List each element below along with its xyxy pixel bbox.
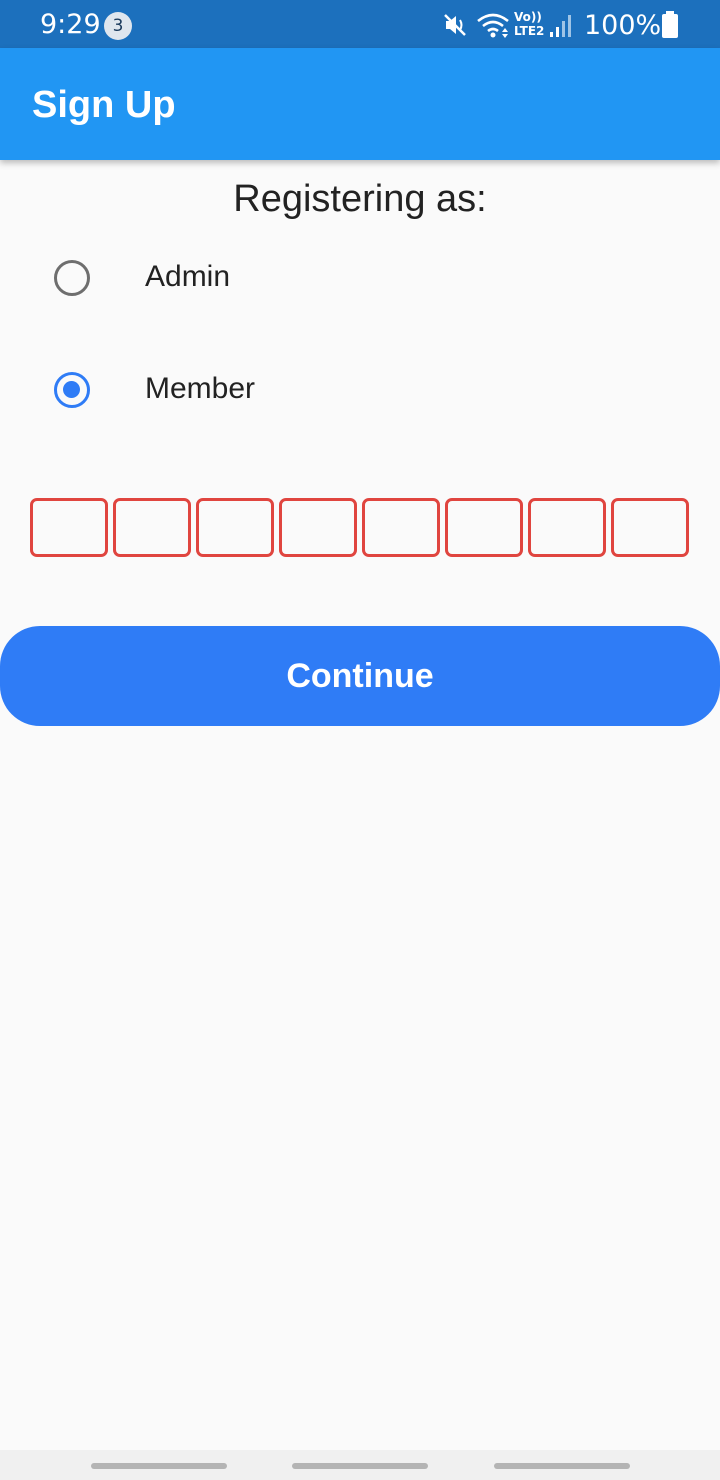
nav-handle-recents[interactable] [91, 1463, 227, 1469]
nav-handle-home[interactable] [292, 1463, 428, 1469]
app-bar: Sign Up [0, 48, 720, 160]
code-box-8[interactable] [611, 498, 689, 557]
battery-icon [662, 11, 678, 38]
signal-icon [550, 15, 571, 37]
radio-button-admin[interactable] [54, 260, 90, 296]
radio-option-member[interactable]: Member [0, 345, 720, 435]
navigation-bar [0, 1450, 720, 1480]
radio-label-admin[interactable]: Admin [145, 260, 230, 294]
mute-icon [444, 14, 466, 36]
wifi-icon [477, 13, 509, 38]
code-box-6[interactable] [445, 498, 523, 557]
code-box-3[interactable] [196, 498, 274, 557]
registering-as-heading: Registering as: [233, 178, 487, 220]
status-bar: 9:29 3 Vo)) LTE2 100% [0, 0, 720, 48]
code-box-4[interactable] [279, 498, 357, 557]
status-time: 9:29 [40, 9, 101, 40]
volte-icon: Vo)) LTE2 [514, 10, 545, 38]
code-box-5[interactable] [362, 498, 440, 557]
continue-button[interactable]: Continue [0, 626, 720, 726]
code-box-7[interactable] [528, 498, 606, 557]
radio-label-member[interactable]: Member [145, 372, 255, 406]
radio-option-admin[interactable]: Admin [0, 233, 720, 323]
code-input-row [30, 498, 690, 558]
battery-percent: 100% [584, 10, 662, 41]
radio-button-member[interactable] [54, 372, 90, 408]
nav-handle-back[interactable] [494, 1463, 630, 1469]
page-title: Sign Up [32, 84, 176, 126]
radio-selected-dot [63, 381, 80, 398]
code-box-2[interactable] [113, 498, 191, 557]
notification-badge: 3 [104, 12, 132, 40]
code-box-1[interactable] [30, 498, 108, 557]
